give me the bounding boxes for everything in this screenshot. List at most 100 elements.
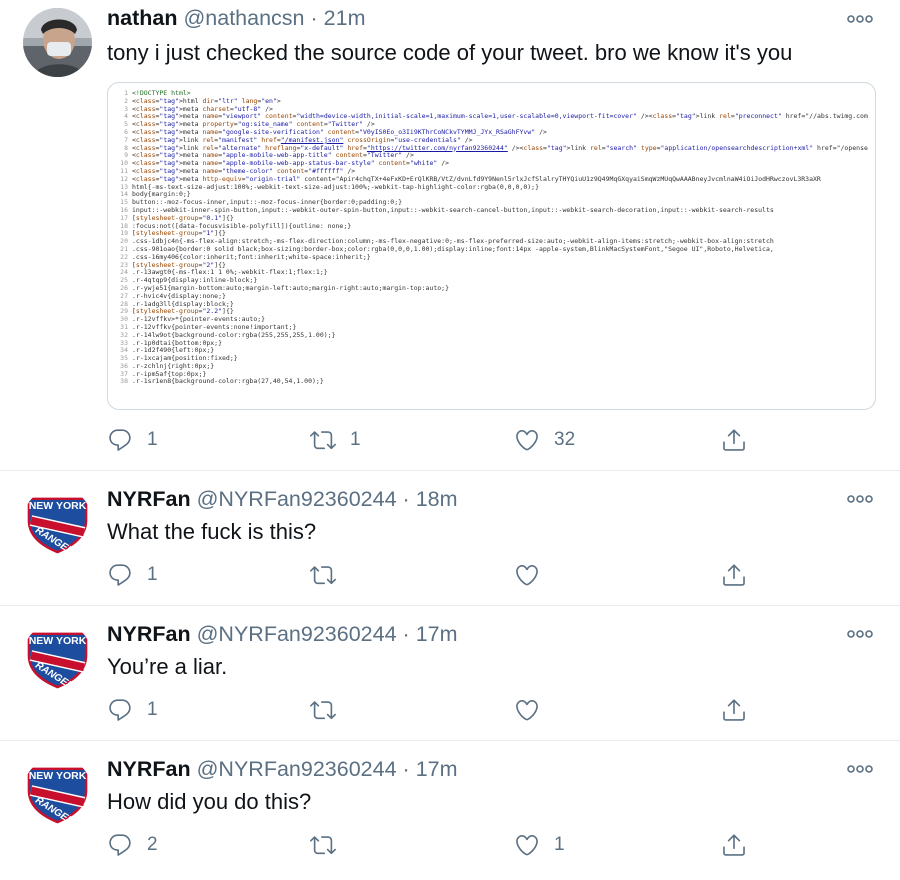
code-line: <class="tag">meta name="google-site-veri… [132, 128, 547, 136]
code-line: .r-1adg3ll{display:block;} [132, 300, 234, 308]
retweet-button[interactable] [310, 560, 350, 590]
share-button[interactable] [721, 830, 747, 860]
author-name[interactable]: NYRFan [107, 487, 191, 511]
code-line: [stylesheet-group="1"]{} [132, 230, 226, 238]
timestamp[interactable]: 18m [416, 487, 458, 511]
line-number: 33 [120, 339, 128, 347]
tweet-actions: 1 [107, 695, 757, 725]
tweet[interactable]: NEW YORK RANGERS NYRFan @NYRFan92360244 … [0, 471, 900, 606]
line-number: 3 [124, 105, 128, 113]
retweet-button[interactable]: 1 [310, 425, 361, 455]
tweet-header: nathan @nathancsn · 21m [107, 6, 365, 31]
reply-count: 2 [147, 834, 158, 855]
code-line: <class="tag">meta name="apple-mobile-web… [132, 152, 414, 160]
like-button[interactable]: 1 [514, 830, 565, 860]
retweet-icon [310, 832, 336, 858]
timestamp[interactable]: 21m [324, 6, 366, 30]
share-icon [721, 832, 747, 858]
code-line: .r-1d2f490{left:0px;} [132, 347, 215, 355]
tweet-text: How did you do this? [107, 789, 312, 814]
heart-icon [514, 832, 540, 858]
code-line: <class="tag">html dir="ltr" lang="en"> [132, 97, 281, 105]
line-number: 18 [120, 222, 128, 230]
reply-button[interactable]: 1 [107, 425, 158, 455]
author-name[interactable]: NYRFan [107, 757, 191, 781]
share-button[interactable] [721, 560, 747, 590]
line-number: 31 [120, 323, 128, 331]
line-number: 10 [120, 160, 128, 168]
reply-button[interactable]: 1 [107, 560, 158, 590]
tweet-actions: 1 1 32 [107, 425, 757, 455]
code-screenshot-image[interactable]: 1 2 3 4 5 6 7 8 9 10 11 12 13 14 15 16 17 18 19 20 21 22 23 24 2… [107, 82, 876, 410]
share-button[interactable] [721, 695, 747, 725]
retweet-icon [310, 427, 336, 453]
rangers-logo-icon: NEW YORK RANGERS [23, 622, 92, 691]
timestamp[interactable]: 17m [416, 757, 458, 781]
like-button[interactable]: 32 [514, 425, 575, 455]
line-number: 7 [124, 136, 128, 144]
rangers-logo-icon: NEW YORK RANGERS [23, 757, 92, 826]
separator-dot: · [402, 487, 410, 511]
code-line: .css-901oao{border:0 solid black;box-siz… [132, 245, 774, 253]
author-handle[interactable]: @NYRFan92360244 [197, 622, 397, 646]
more-icon[interactable] [846, 627, 874, 641]
code-line: .r-12vffkv>*{pointer-events:auto;} [132, 316, 266, 324]
line-number: 15 [120, 199, 128, 207]
line-number: 27 [120, 292, 128, 300]
tweet[interactable]: NEW YORK RANGERS NYRFan @NYRFan92360244 … [0, 606, 900, 741]
author-handle[interactable]: @nathancsn [183, 6, 304, 30]
code-line: [stylesheet-group="2.2"]{} [132, 308, 234, 316]
tweet-text: What the fuck is this? [107, 519, 317, 544]
timestamp[interactable]: 17m [416, 622, 458, 646]
like-count: 32 [554, 429, 576, 450]
avatar[interactable]: NEW YORK RANGERS [23, 757, 92, 826]
code-line: .r-ipm5af{top:0px;} [132, 370, 207, 378]
more-icon[interactable] [846, 12, 874, 26]
line-number: 4 [124, 113, 128, 121]
code-line: .r-hvic4v{display:none;} [132, 292, 226, 300]
separator-dot: · [310, 6, 318, 30]
author-name[interactable]: nathan [107, 6, 177, 30]
avatar[interactable] [23, 8, 92, 77]
code-line: .r-1xcajam{position:fixed;} [132, 355, 238, 363]
logo-text-top: NEW YORK [28, 770, 87, 782]
share-icon [721, 562, 747, 588]
line-number: 6 [124, 128, 128, 136]
reply-count: 1 [147, 429, 158, 450]
avatar[interactable]: NEW YORK RANGERS [23, 622, 92, 691]
tweet[interactable]: NEW YORK RANGERS NYRFan @NYRFan92360244 … [0, 741, 900, 880]
like-button[interactable] [514, 560, 554, 590]
source-code: <!DOCTYPE html> <class="tag">html dir="lt… [132, 90, 875, 386]
more-icon[interactable] [846, 762, 874, 776]
like-button[interactable] [514, 695, 554, 725]
line-number: 5 [124, 121, 128, 129]
tweet-actions: 1 [107, 560, 757, 590]
author-handle[interactable]: @NYRFan92360244 [197, 487, 397, 511]
tweet[interactable]: nathan @nathancsn · 21m tony i just chec… [0, 0, 900, 471]
code-line: <class="tag">link rel="manifest" href="/… [132, 136, 473, 144]
code-line: <class="tag">meta property="og:site_name… [132, 121, 375, 129]
heart-icon [514, 562, 540, 588]
avatar[interactable]: NEW YORK RANGERS [23, 487, 92, 556]
code-line: .r-ywje51{margin-bottom:auto;margin-left… [132, 284, 449, 292]
code-line: button::-moz-focus-inner,input::-moz-foc… [132, 199, 403, 207]
tweet-text: tony i just checked the source code of y… [107, 40, 793, 65]
reply-count: 1 [147, 699, 158, 720]
share-button[interactable] [721, 425, 747, 455]
code-line: .r-1p0dtai{bottom:0px;} [132, 339, 223, 347]
line-number: 24 [120, 269, 128, 277]
more-icon[interactable] [846, 492, 874, 506]
code-line: <class="tag">meta name="viewport" conten… [132, 113, 868, 121]
reply-button[interactable]: 2 [107, 830, 158, 860]
retweet-button[interactable] [310, 695, 350, 725]
code-line: .r-14lw9ot{background-color:rgba(255,255… [132, 331, 336, 339]
line-number: 26 [120, 284, 128, 292]
retweet-button[interactable] [310, 830, 350, 860]
author-handle[interactable]: @NYRFan92360244 [197, 757, 397, 781]
line-number: 30 [120, 316, 128, 324]
code-line: [stylesheet-group="2"]{} [132, 261, 226, 269]
author-name[interactable]: NYRFan [107, 622, 191, 646]
line-number: 21 [120, 245, 128, 253]
reply-button[interactable]: 1 [107, 695, 158, 725]
line-number: 14 [120, 191, 128, 199]
